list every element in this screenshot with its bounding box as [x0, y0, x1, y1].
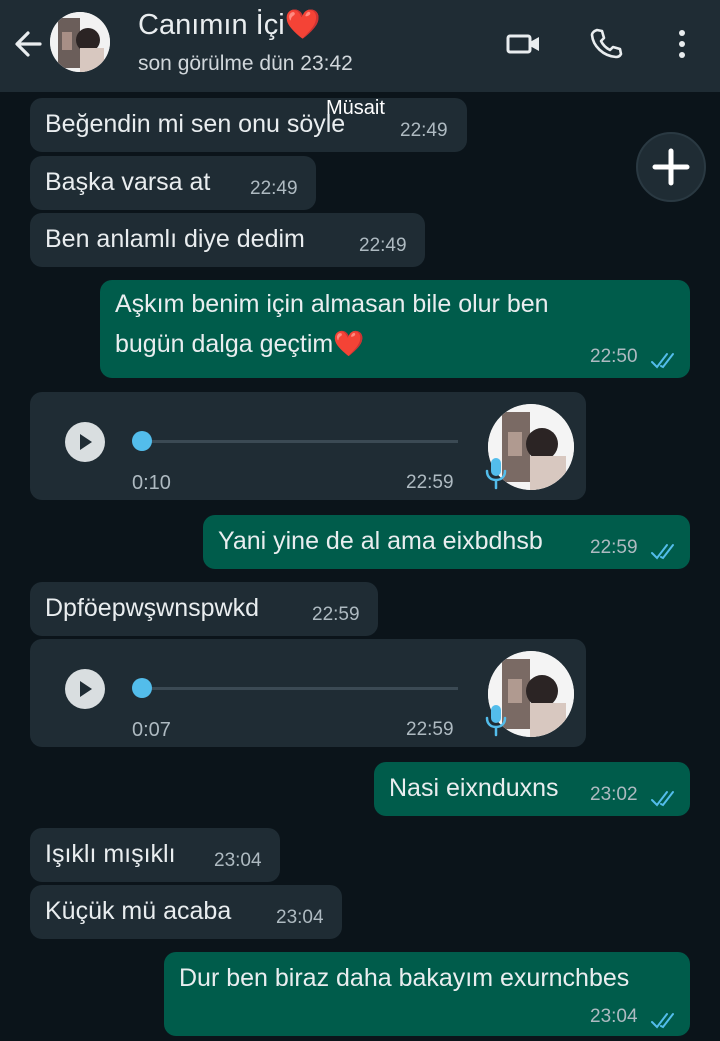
outgoing-message[interactable]: Yani yine de al ama eixbdhsb 22:59	[203, 515, 690, 569]
voice-call-icon[interactable]	[586, 24, 626, 64]
last-seen-status: son görülme dün 23:42	[138, 52, 353, 75]
more-options-icon[interactable]	[662, 24, 702, 64]
mic-icon	[484, 703, 508, 737]
message-time: 22:50	[590, 346, 638, 367]
incoming-message[interactable]: Beğendin mi sen onu söyle 22:49	[30, 98, 467, 152]
message-time: 23:04	[214, 850, 262, 871]
outgoing-message[interactable]: Aşkım benim için almasan bile olur ben b…	[100, 280, 690, 378]
outgoing-message[interactable]: Dur ben biraz daha bakayım exurnchbes 23…	[164, 952, 690, 1036]
play-icon[interactable]	[65, 422, 105, 462]
message-time: 23:02	[590, 784, 638, 805]
plus-icon[interactable]	[636, 132, 706, 202]
voice-progress-handle[interactable]	[132, 431, 152, 451]
message-text: Işıklı mışıklı	[45, 840, 176, 868]
play-icon[interactable]	[65, 669, 105, 709]
voice-progress-handle[interactable]	[132, 678, 152, 698]
message-time: 22:59	[406, 472, 454, 493]
message-text: Nasi eixnduxns	[389, 774, 559, 802]
message-time: 22:49	[400, 120, 448, 141]
double-check-icon	[650, 348, 678, 369]
double-check-icon	[650, 786, 678, 807]
message-time: 22:59	[312, 604, 360, 625]
message-text: Dur ben biraz daha bakayım exurnchbes	[179, 964, 630, 992]
voice-duration: 0:10	[132, 472, 171, 494]
message-text: Dpföepwşwnspwkd	[45, 594, 259, 622]
incoming-message[interactable]: Küçük mü acaba 23:04	[30, 885, 342, 939]
message-text: Küçük mü acaba	[45, 897, 232, 925]
voice-progress-track[interactable]	[142, 440, 458, 443]
chat-header: Canımın İçi❤️ son görülme dün 23:42	[0, 0, 720, 92]
voice-message[interactable]: 0:10 22:59	[30, 392, 586, 500]
message-time: 22:59	[590, 537, 638, 558]
double-check-icon	[650, 539, 678, 560]
contact-name[interactable]: Canımın İçi❤️	[138, 8, 321, 42]
back-arrow-icon[interactable]	[10, 26, 46, 62]
message-text: Başka varsa at	[45, 168, 211, 196]
message-text: Beğendin mi sen onu söyle	[45, 110, 346, 138]
message-text-line2: bugün dalga geçtim❤️	[115, 330, 365, 358]
incoming-message[interactable]: Ben anlamlı diye dedim 22:49	[30, 213, 425, 267]
incoming-message[interactable]: Başka varsa at 22:49	[30, 156, 316, 210]
message-time: 23:04	[276, 907, 324, 928]
video-call-icon[interactable]	[504, 24, 544, 64]
message-time: 23:04	[590, 1006, 638, 1027]
message-text-line1: Aşkım benim için almasan bile olur ben	[115, 290, 549, 318]
message-time: 22:49	[250, 178, 298, 199]
message-text: Ben anlamlı diye dedim	[45, 225, 305, 253]
contact-avatar[interactable]	[50, 12, 110, 72]
double-check-icon	[650, 1008, 678, 1029]
message-list[interactable]: Müsait Beğendin mi sen onu söyle 22:49 B…	[0, 92, 720, 1041]
voice-progress-track[interactable]	[142, 687, 458, 690]
incoming-message[interactable]: Işıklı mışıklı 23:04	[30, 828, 280, 882]
message-time: 22:59	[406, 719, 454, 740]
outgoing-message[interactable]: Nasi eixnduxns 23:02	[374, 762, 690, 816]
voice-duration: 0:07	[132, 719, 171, 741]
message-time: 22:49	[359, 235, 407, 256]
incoming-message[interactable]: Dpföepwşwnspwkd 22:59	[30, 582, 378, 636]
floating-banner-text: Müsait	[326, 97, 385, 119]
mic-icon	[484, 456, 508, 490]
message-text: Yani yine de al ama eixbdhsb	[218, 527, 543, 555]
voice-message[interactable]: 0:07 22:59	[30, 639, 586, 747]
